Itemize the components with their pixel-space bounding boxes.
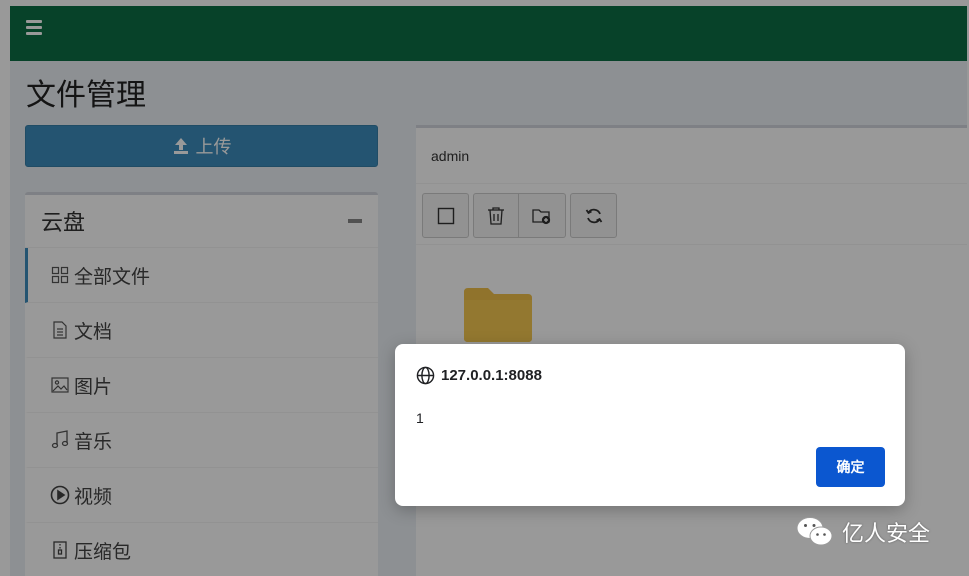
- watermark-text: 亿人安全: [842, 522, 931, 547]
- wechat-icon: [796, 517, 833, 546]
- ok-button[interactable]: 确定: [816, 447, 885, 487]
- dialog-message: 1: [416, 410, 424, 426]
- dialog-origin: 127.0.0.1:8088: [416, 366, 542, 385]
- alert-dialog: 127.0.0.1:8088 1 确定: [395, 344, 905, 506]
- globe-icon: [416, 366, 435, 385]
- dialog-origin-text: 127.0.0.1:8088: [441, 367, 542, 384]
- watermark: 亿人安全: [796, 516, 930, 548]
